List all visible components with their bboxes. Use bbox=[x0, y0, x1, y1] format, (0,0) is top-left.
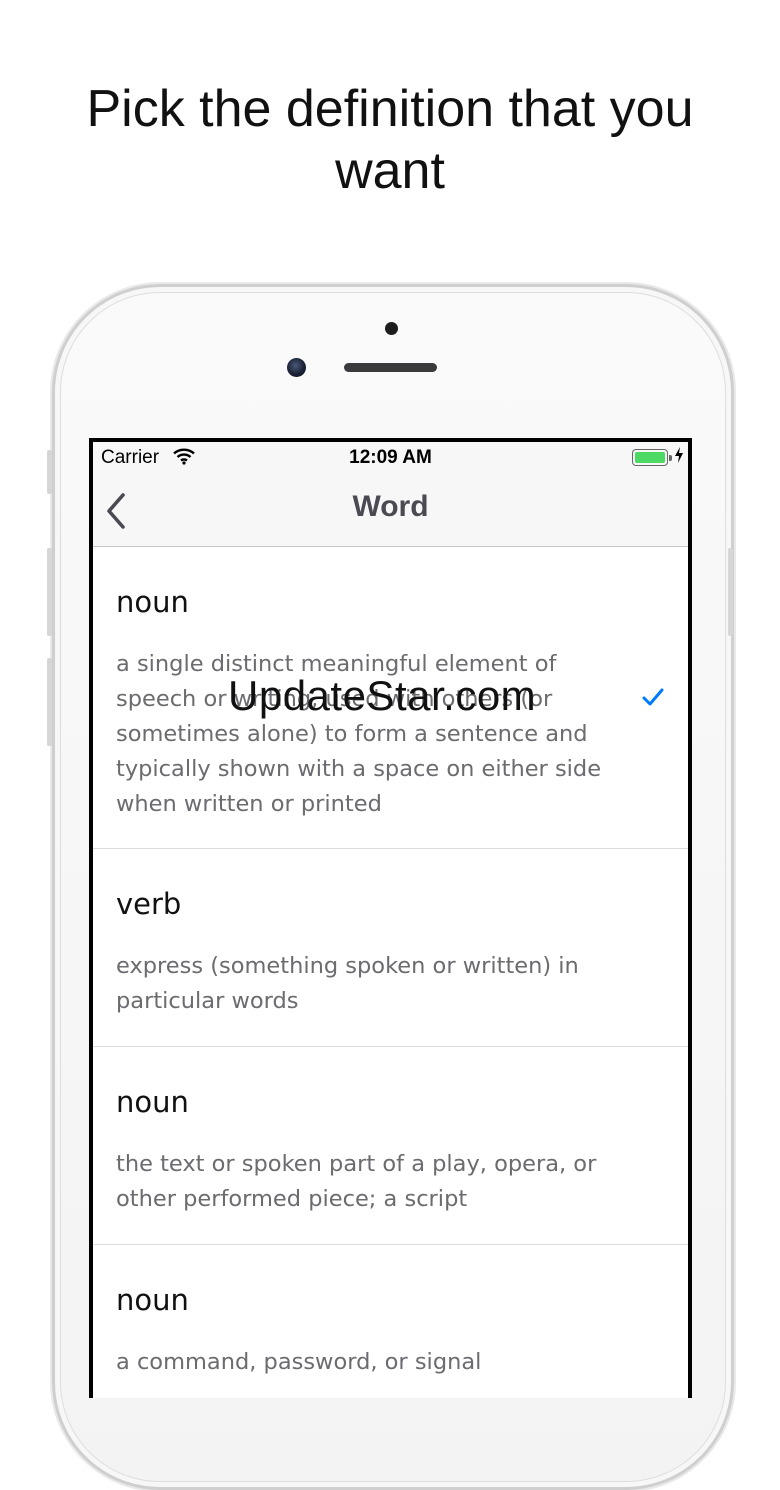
battery-icon bbox=[632, 449, 672, 466]
definition-text: a command, password, or signal bbox=[116, 1349, 482, 1375]
part-of-speech: noun bbox=[116, 1283, 189, 1317]
part-of-speech: noun bbox=[116, 1085, 189, 1119]
nav-title: Word bbox=[352, 490, 429, 523]
part-of-speech: verb bbox=[116, 887, 182, 921]
volume-up-button bbox=[47, 548, 52, 636]
definition-row-2[interactable]: verb express (something spoken or writte… bbox=[93, 849, 688, 1047]
watermark: UpdateStar.com bbox=[228, 672, 537, 719]
power-button bbox=[728, 548, 733, 636]
definition-text: the text or spoken part of a play, opera… bbox=[116, 1151, 597, 1212]
status-bar: Carrier 12:09 AM bbox=[93, 442, 688, 476]
part-of-speech: noun bbox=[116, 585, 189, 619]
definition-row-3[interactable]: noun the text or spoken part of a play, … bbox=[93, 1047, 688, 1245]
charging-bolt-icon bbox=[675, 447, 683, 463]
status-time: 12:09 AM bbox=[349, 447, 432, 468]
earpiece-speaker bbox=[344, 363, 437, 372]
volume-down-button bbox=[47, 658, 52, 746]
phone-screen: Carrier 12:09 AM Word noun a single dist… bbox=[89, 438, 692, 1398]
battery-level bbox=[635, 452, 665, 463]
definition-text: express (something spoken or written) in… bbox=[116, 953, 579, 1014]
proximity-sensor bbox=[385, 322, 398, 335]
silent-switch bbox=[47, 450, 52, 494]
definition-row-4[interactable]: noun a command, password, or signal bbox=[93, 1245, 688, 1398]
front-camera bbox=[287, 358, 306, 377]
navigation-bar: Word bbox=[93, 476, 688, 547]
checkmark-icon bbox=[642, 688, 664, 706]
page-headline: Pick the definition that you want bbox=[86, 80, 694, 200]
